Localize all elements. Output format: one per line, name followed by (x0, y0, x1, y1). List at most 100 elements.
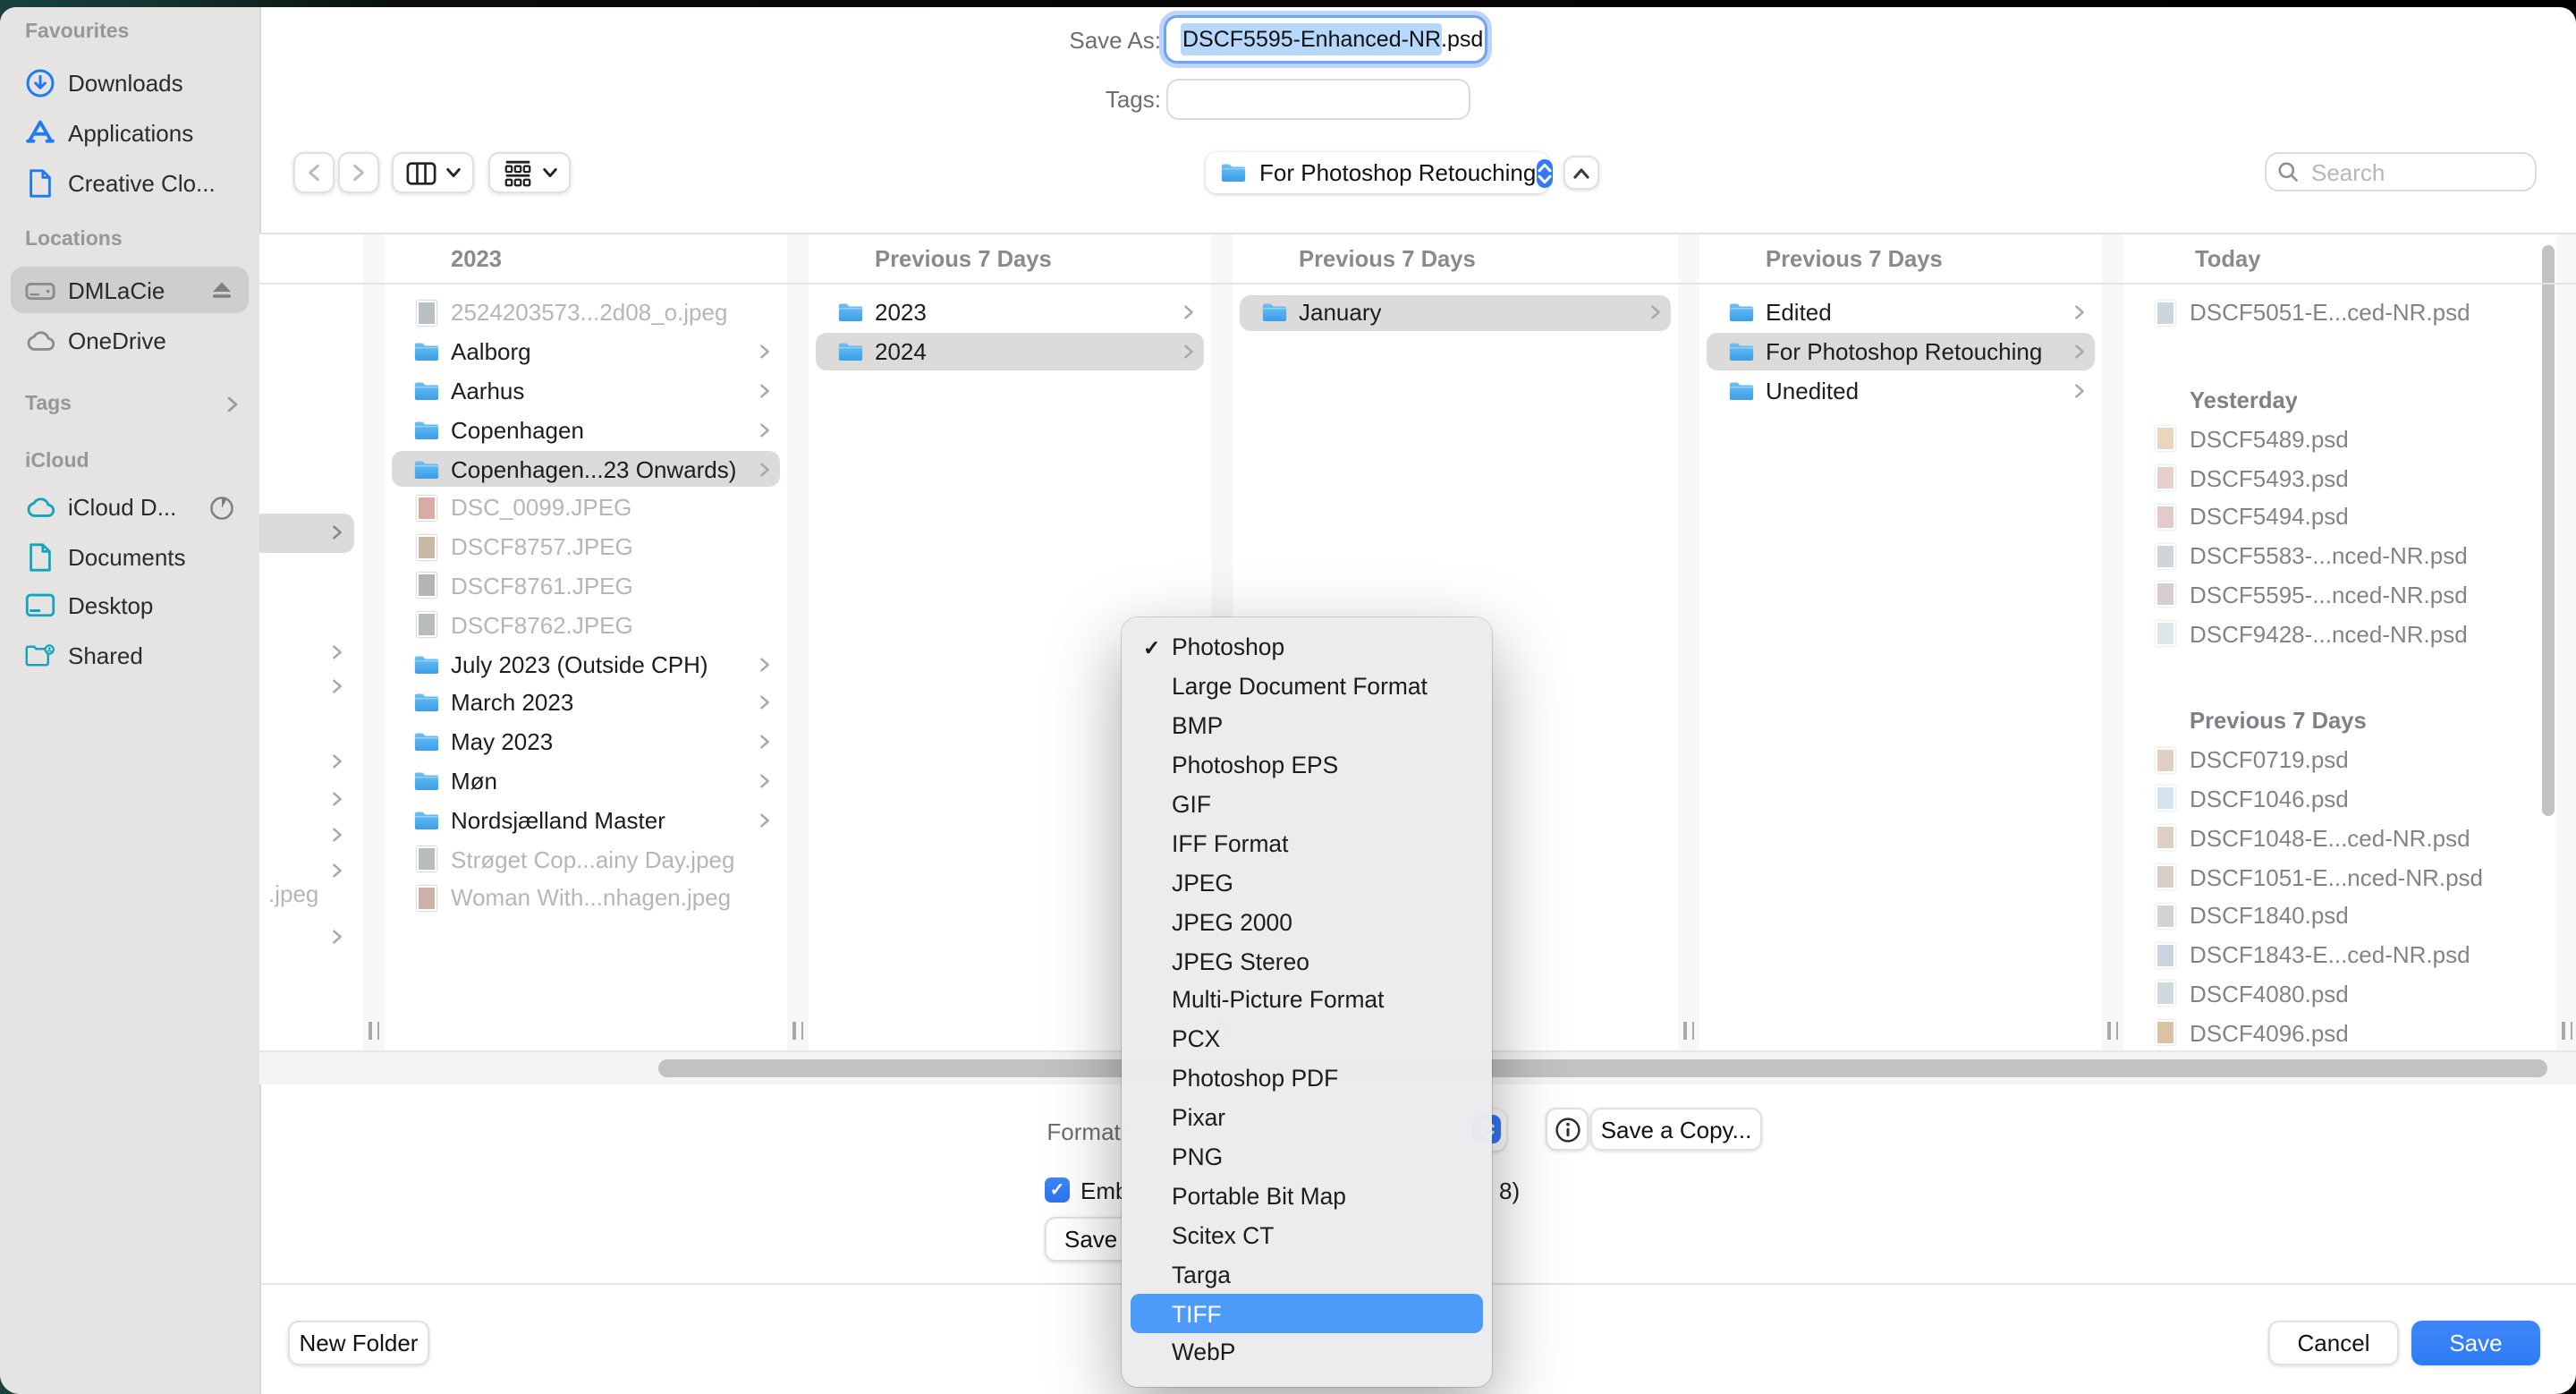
file-row[interactable]: DSCF8762.JPEG (385, 606, 787, 645)
file-row[interactable]: January (1233, 293, 1678, 333)
save-a-copy-button[interactable]: Save a Copy... (1590, 1108, 1762, 1151)
partial-row[interactable] (259, 743, 360, 782)
file-row[interactable]: DSC_0099.JPEG (385, 489, 787, 528)
file-row[interactable]: May 2023 (385, 723, 787, 762)
format-menu-item[interactable]: ✓ BMP (1131, 707, 1483, 746)
sidebar-item[interactable]: iCloud D... (0, 483, 259, 532)
partial-row[interactable] (259, 667, 360, 707)
format-menu-item[interactable]: ✓ IFF Format (1131, 824, 1483, 863)
sidebar-item[interactable]: OneDrive (0, 315, 259, 365)
file-row[interactable]: DSCF4096.psd (2123, 1014, 2556, 1052)
format-menu-item[interactable]: ✓ Pixar (1131, 1098, 1483, 1137)
sidebar-item[interactable]: Creative Clo... (0, 157, 259, 208)
partial-row[interactable]: .jpeg (259, 875, 360, 914)
file-row[interactable]: 2524203573...2d08_o.jpeg (385, 293, 787, 333)
tags-chevron-icon[interactable] (224, 395, 242, 413)
info-button[interactable] (1546, 1108, 1589, 1151)
file-row[interactable]: DSCF9428-...nced-NR.psd (2123, 615, 2556, 654)
file-row[interactable]: Woman With...nhagen.jpeg (385, 879, 787, 918)
cancel-button[interactable]: Cancel (2268, 1321, 2399, 1365)
format-menu-item[interactable]: ✓ Photoshop (1131, 628, 1483, 667)
search-field[interactable] (2265, 152, 2537, 191)
file-row[interactable]: DSCF8757.JPEG (385, 528, 787, 567)
format-menu-item[interactable]: ✓ JPEG 2000 (1131, 902, 1483, 941)
tags-input[interactable] (1166, 79, 1470, 120)
sidebar-item[interactable]: Desktop (0, 582, 259, 631)
file-row[interactable] (2123, 653, 2556, 693)
file-row[interactable]: March 2023 (385, 684, 787, 723)
file-row[interactable]: DSCF5051-E...ced-NR.psd (2123, 293, 2556, 333)
file-row[interactable]: Møn (385, 761, 787, 801)
file-row[interactable]: Unedited (1699, 371, 2102, 411)
file-row[interactable] (2123, 333, 2556, 372)
search-input[interactable] (2308, 157, 2512, 187)
collapse-panel-button[interactable] (1563, 156, 1599, 190)
file-row[interactable]: Strøget Cop...ainy Day.jpeg (385, 839, 787, 879)
file-row[interactable]: Edited (1699, 293, 2102, 333)
format-menu-item[interactable]: ✓ Portable Bit Map (1131, 1177, 1483, 1216)
sidebar-item[interactable]: Downloads (0, 57, 259, 107)
file-row[interactable]: 2023 (809, 293, 1211, 333)
format-menu-item[interactable]: ✓ Scitex CT (1131, 1216, 1483, 1255)
file-row[interactable]: Copenhagen (385, 411, 787, 450)
file-row[interactable]: DSCF1048-E...ced-NR.psd (2123, 819, 2556, 858)
sidebar-section-tags[interactable]: Tags (25, 394, 72, 415)
file-row[interactable]: Aalborg (385, 333, 787, 372)
file-row[interactable]: DSCF5494.psd (2123, 497, 2556, 537)
horizontal-scrollbar-thumb[interactable] (658, 1059, 2547, 1077)
file-row[interactable]: DSCF5493.psd (2123, 458, 2556, 497)
format-menu-item[interactable]: ✓ JPEG (1131, 863, 1483, 903)
file-row[interactable]: DSCF5595-...nced-NR.psd (2123, 575, 2556, 615)
sidebar-item[interactable]: Shared (0, 631, 259, 680)
format-menu-item[interactable]: ✓ Photoshop EPS (1131, 745, 1483, 785)
save-button[interactable]: Save (2411, 1321, 2540, 1365)
back-button[interactable] (293, 152, 335, 193)
file-row[interactable]: DSCF8761.JPEG (385, 566, 787, 606)
column-view-button[interactable] (392, 152, 474, 193)
format-menu-item[interactable]: ✓ Photoshop PDF (1131, 1059, 1483, 1099)
column-resize-handle[interactable] (2106, 1022, 2120, 1040)
filename-input[interactable]: DSCF5595-Enhanced-NR.psd (1166, 18, 1485, 61)
partial-row[interactable] (259, 918, 360, 957)
sidebar-item[interactable]: Documents (0, 532, 259, 582)
forward-button[interactable] (338, 152, 379, 193)
column-resize-handle[interactable] (2560, 1022, 2574, 1040)
file-row[interactable]: July 2023 (Outside CPH) (385, 644, 787, 684)
file-row[interactable]: DSCF1843-E...ced-NR.psd (2123, 936, 2556, 975)
column-resize-handle[interactable] (367, 1022, 381, 1040)
partial-row[interactable] (259, 780, 360, 820)
format-menu-item[interactable]: ✓ JPEG Stereo (1131, 941, 1483, 981)
format-menu-item[interactable]: ✓ Targa (1131, 1255, 1483, 1295)
partial-row[interactable] (259, 816, 360, 855)
file-row[interactable]: DSCF1051-E...nced-NR.psd (2123, 857, 2556, 897)
group-view-button[interactable] (488, 152, 571, 193)
folder-select[interactable]: For Photoshop Retouching (1206, 152, 1549, 193)
format-menu-item[interactable]: ✓ Large Document Format (1131, 667, 1483, 707)
file-row[interactable]: DSCF1840.psd (2123, 897, 2556, 936)
format-menu-item[interactable]: ✓ PCX (1131, 1020, 1483, 1059)
partial-row[interactable] (259, 514, 360, 553)
file-row[interactable]: Yesterday (2123, 380, 2556, 420)
column-resize-handle[interactable] (1682, 1022, 1696, 1040)
sidebar-item[interactable]: DMLaCie (0, 265, 259, 315)
file-row[interactable]: Copenhagen...23 Onwards) (385, 449, 787, 489)
format-menu-item[interactable]: ✓ TIFF (1131, 1294, 1483, 1333)
eject-icon[interactable] (209, 277, 234, 302)
format-menu-item[interactable]: ✓ PNG (1131, 1137, 1483, 1177)
format-menu-item[interactable]: ✓ Multi-Picture Format (1131, 981, 1483, 1020)
file-row[interactable]: DSCF5583-...nced-NR.psd (2123, 537, 2556, 576)
file-row[interactable]: 2024 (809, 333, 1211, 372)
format-menu-item[interactable]: ✓ WebP (1131, 1333, 1483, 1373)
embed-profile-checkbox[interactable]: ✓ (1045, 1177, 1070, 1203)
sidebar-item[interactable]: Applications (0, 107, 259, 157)
format-menu-item[interactable]: ✓ GIF (1131, 785, 1483, 824)
file-row[interactable]: DSCF5489.psd (2123, 420, 2556, 459)
file-row[interactable]: DSCF4080.psd (2123, 974, 2556, 1014)
new-folder-button[interactable]: New Folder (288, 1321, 429, 1365)
file-row[interactable]: Aarhus (385, 371, 787, 411)
file-row[interactable]: Previous 7 Days (2123, 701, 2556, 741)
file-row[interactable]: For Photoshop Retouching (1699, 333, 2102, 372)
file-row[interactable]: DSCF0719.psd (2123, 741, 2556, 780)
file-row[interactable]: DSCF1046.psd (2123, 779, 2556, 819)
column-resize-handle[interactable] (791, 1022, 805, 1040)
